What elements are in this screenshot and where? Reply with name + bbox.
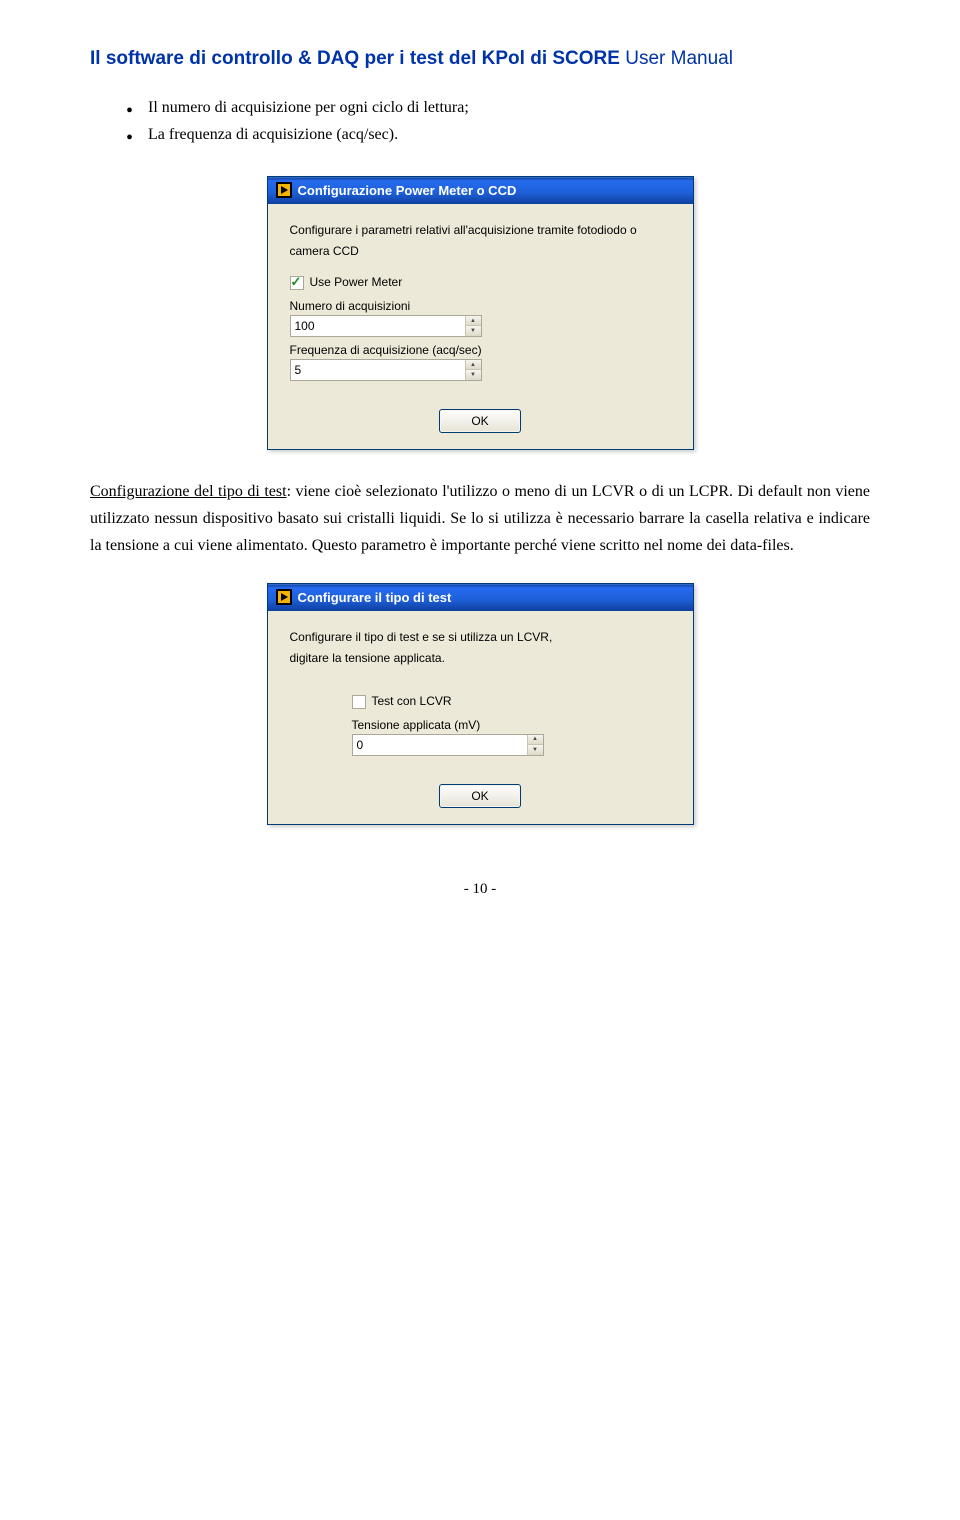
freq-spin-down[interactable]: ▼	[466, 370, 481, 380]
tension-spin-up[interactable]: ▲	[528, 735, 543, 746]
labview-icon	[276, 589, 292, 605]
dialog2-title-text: Configurare il tipo di test	[298, 590, 452, 605]
num-acq-spin-up[interactable]: ▲	[466, 316, 481, 327]
page-number: - 10 -	[90, 881, 870, 898]
dialog2-desc-line2: digitare la tensione applicata.	[290, 650, 671, 666]
dialog1-desc-line2: camera CCD	[290, 243, 671, 259]
dialog1-ok-button[interactable]: OK	[439, 409, 521, 433]
header-title-bold: Il software di controllo & DAQ per i tes…	[90, 48, 620, 69]
num-acq-spin-down[interactable]: ▼	[466, 326, 481, 336]
bullet-item-1: Il numero di acquisizione per ogni ciclo…	[126, 94, 870, 121]
num-acquisitions-input[interactable]: 100 ▲ ▼	[290, 315, 482, 337]
test-lcvr-checkbox[interactable]	[352, 695, 366, 709]
bullet-list: Il numero di acquisizione per ogni ciclo…	[126, 94, 870, 148]
paragraph-1: Configurazione del tipo di test: viene c…	[90, 478, 870, 560]
freq-spin-up[interactable]: ▲	[466, 360, 481, 371]
dialog-config-test-type: Configurare il tipo di test Configurare …	[267, 583, 694, 824]
freq-label: Frequenza di acquisizione (acq/sec)	[290, 343, 671, 357]
dialog2-titlebar: Configurare il tipo di test	[268, 584, 693, 611]
labview-icon	[276, 182, 292, 198]
num-acquisitions-value: 100	[291, 316, 465, 336]
bullet-item-2: La frequenza di acquisizione (acq/sec).	[126, 121, 870, 148]
test-lcvr-label: Test con LCVR	[372, 694, 452, 708]
dialog1-title-text: Configurazione Power Meter o CCD	[298, 183, 517, 198]
tension-input[interactable]: 0 ▲ ▼	[352, 734, 544, 756]
use-power-meter-label: Use Power Meter	[310, 275, 403, 289]
dialog-config-power-meter: Configurazione Power Meter o CCD Configu…	[267, 176, 694, 449]
freq-value: 5	[291, 360, 465, 380]
header-title-rest: User Manual	[620, 48, 733, 69]
dialog1-desc-line1: Configurare i parametri relativi all'acq…	[290, 222, 671, 238]
tension-spin-down[interactable]: ▼	[528, 745, 543, 755]
dialog1-ok-label: OK	[471, 414, 488, 428]
num-acquisitions-label: Numero di acquisizioni	[290, 299, 671, 313]
use-power-meter-checkbox[interactable]	[290, 276, 304, 290]
freq-input[interactable]: 5 ▲ ▼	[290, 359, 482, 381]
tension-label: Tensione applicata (mV)	[352, 718, 671, 732]
page-header: Il software di controllo & DAQ per i tes…	[90, 48, 870, 70]
para1-link: Configurazione del tipo di test	[90, 483, 287, 500]
dialog2-desc-line1: Configurare il tipo di test e se si util…	[290, 629, 671, 645]
dialog2-ok-button[interactable]: OK	[439, 784, 521, 808]
tension-value: 0	[353, 735, 527, 755]
dialog2-ok-label: OK	[471, 789, 488, 803]
dialog1-titlebar: Configurazione Power Meter o CCD	[268, 177, 693, 204]
